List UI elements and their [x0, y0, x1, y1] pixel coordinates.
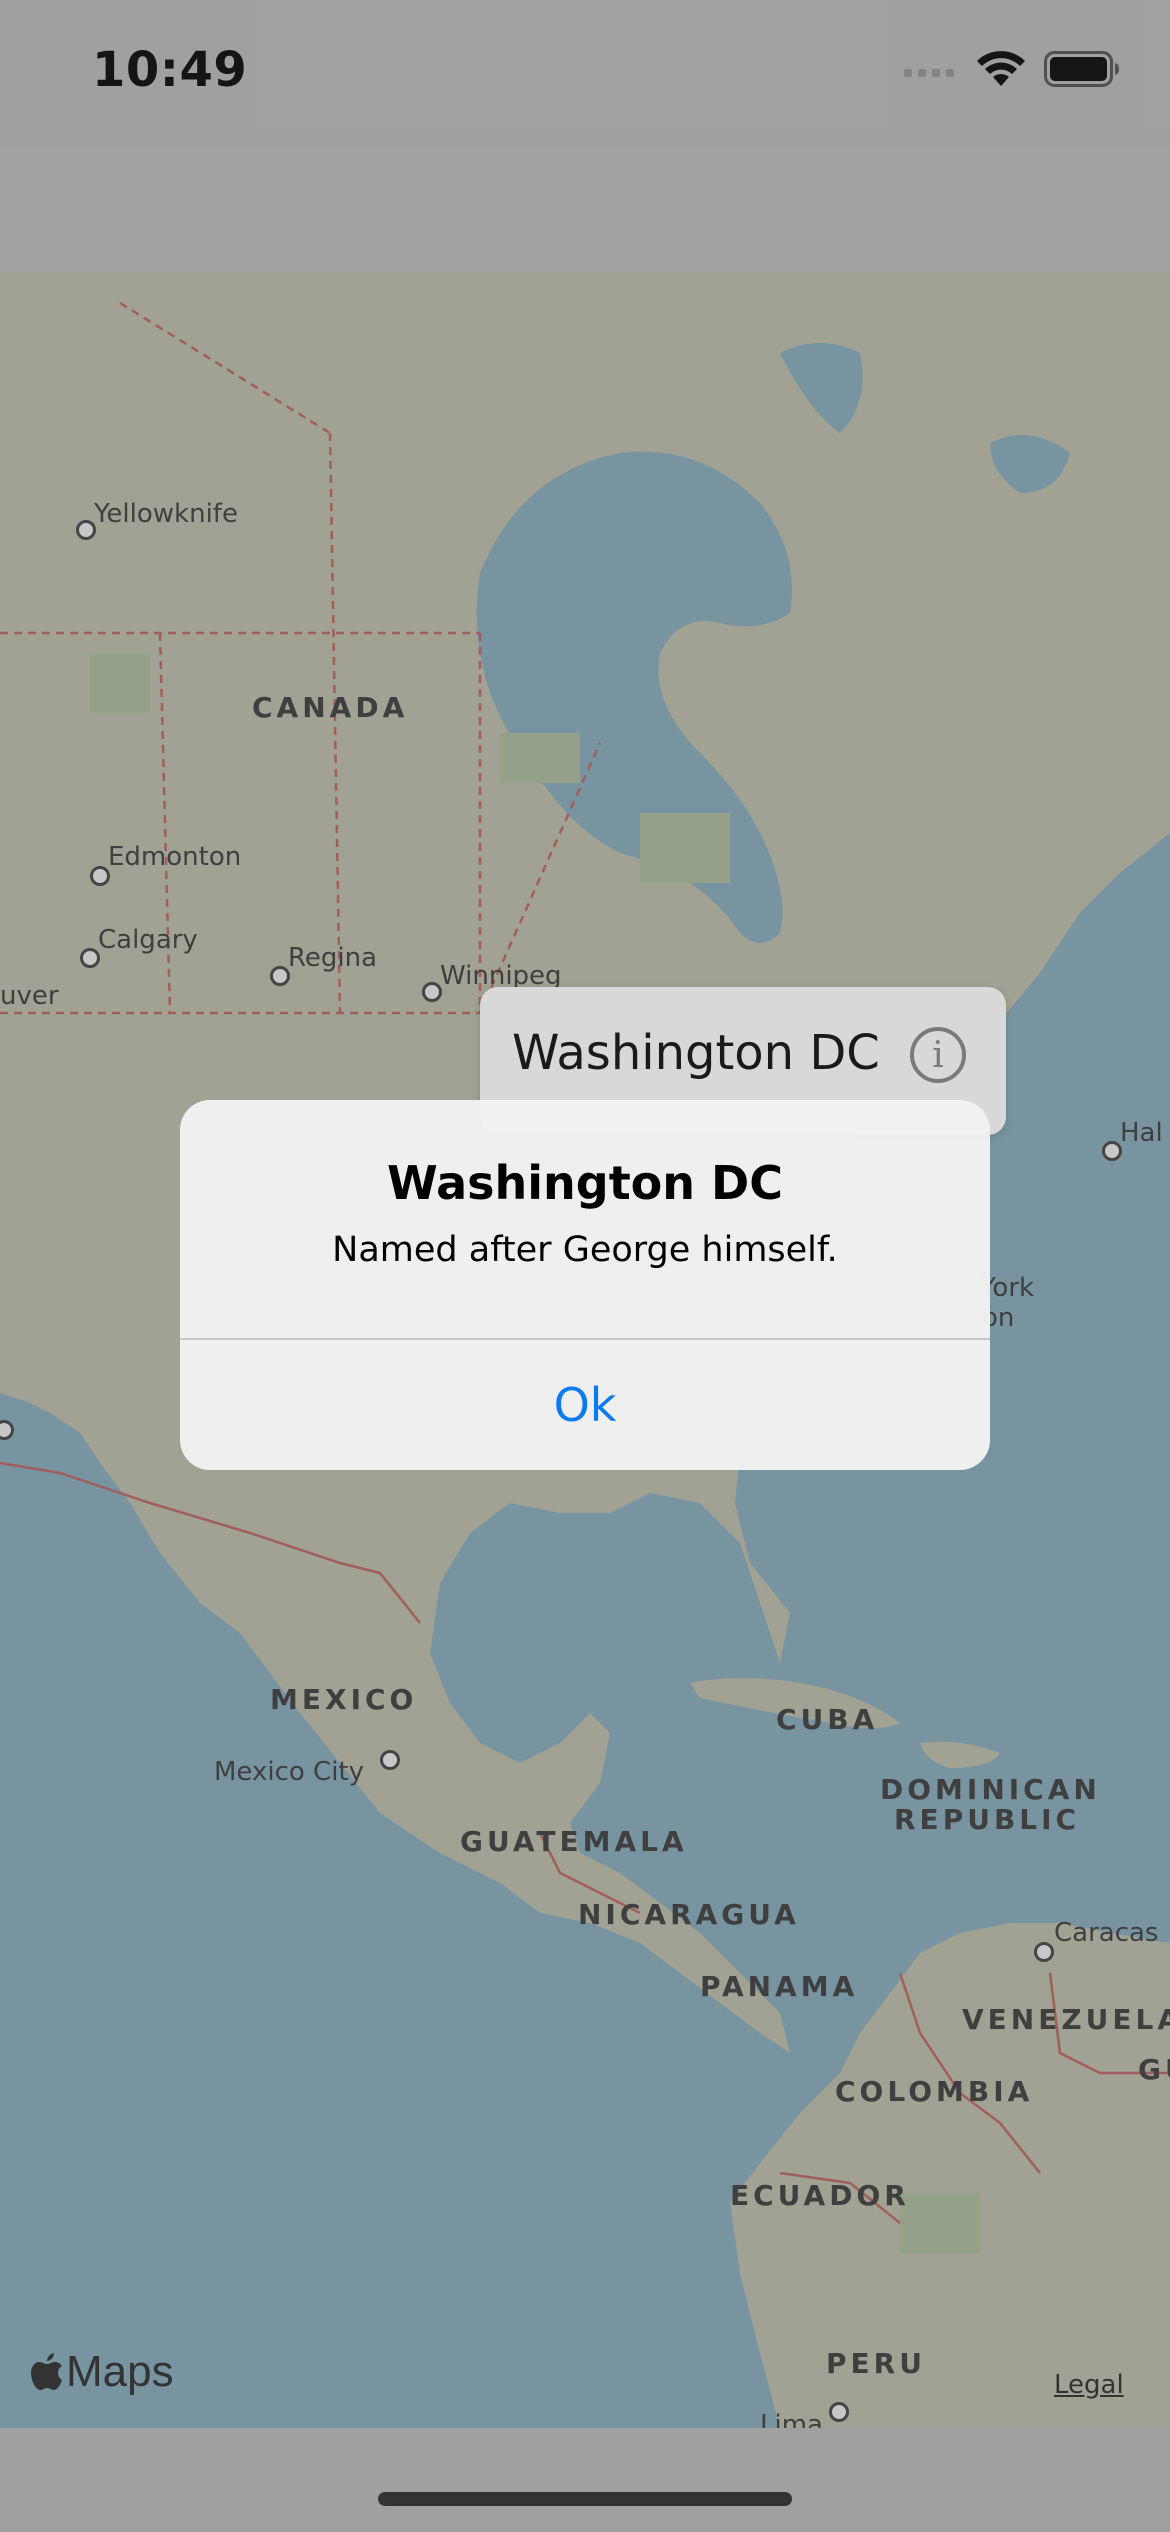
alert-message: Named after George himself. — [332, 1230, 838, 1270]
maps-label: Maps — [66, 2347, 174, 2396]
alert-dialog: Washington DC Named after George himself… — [180, 1100, 990, 1470]
home-indicator[interactable] — [378, 2492, 792, 2506]
maps-attribution: Maps — [30, 2347, 174, 2397]
callout-title: Washington DC — [512, 1025, 880, 1081]
apple-logo-icon — [31, 2353, 62, 2390]
ok-button[interactable]: Ok — [180, 1340, 990, 1470]
legal-link[interactable]: Legal — [1054, 2370, 1124, 2400]
info-icon[interactable]: i — [910, 1027, 966, 1083]
alert-title: Washington DC — [386, 1156, 783, 1210]
